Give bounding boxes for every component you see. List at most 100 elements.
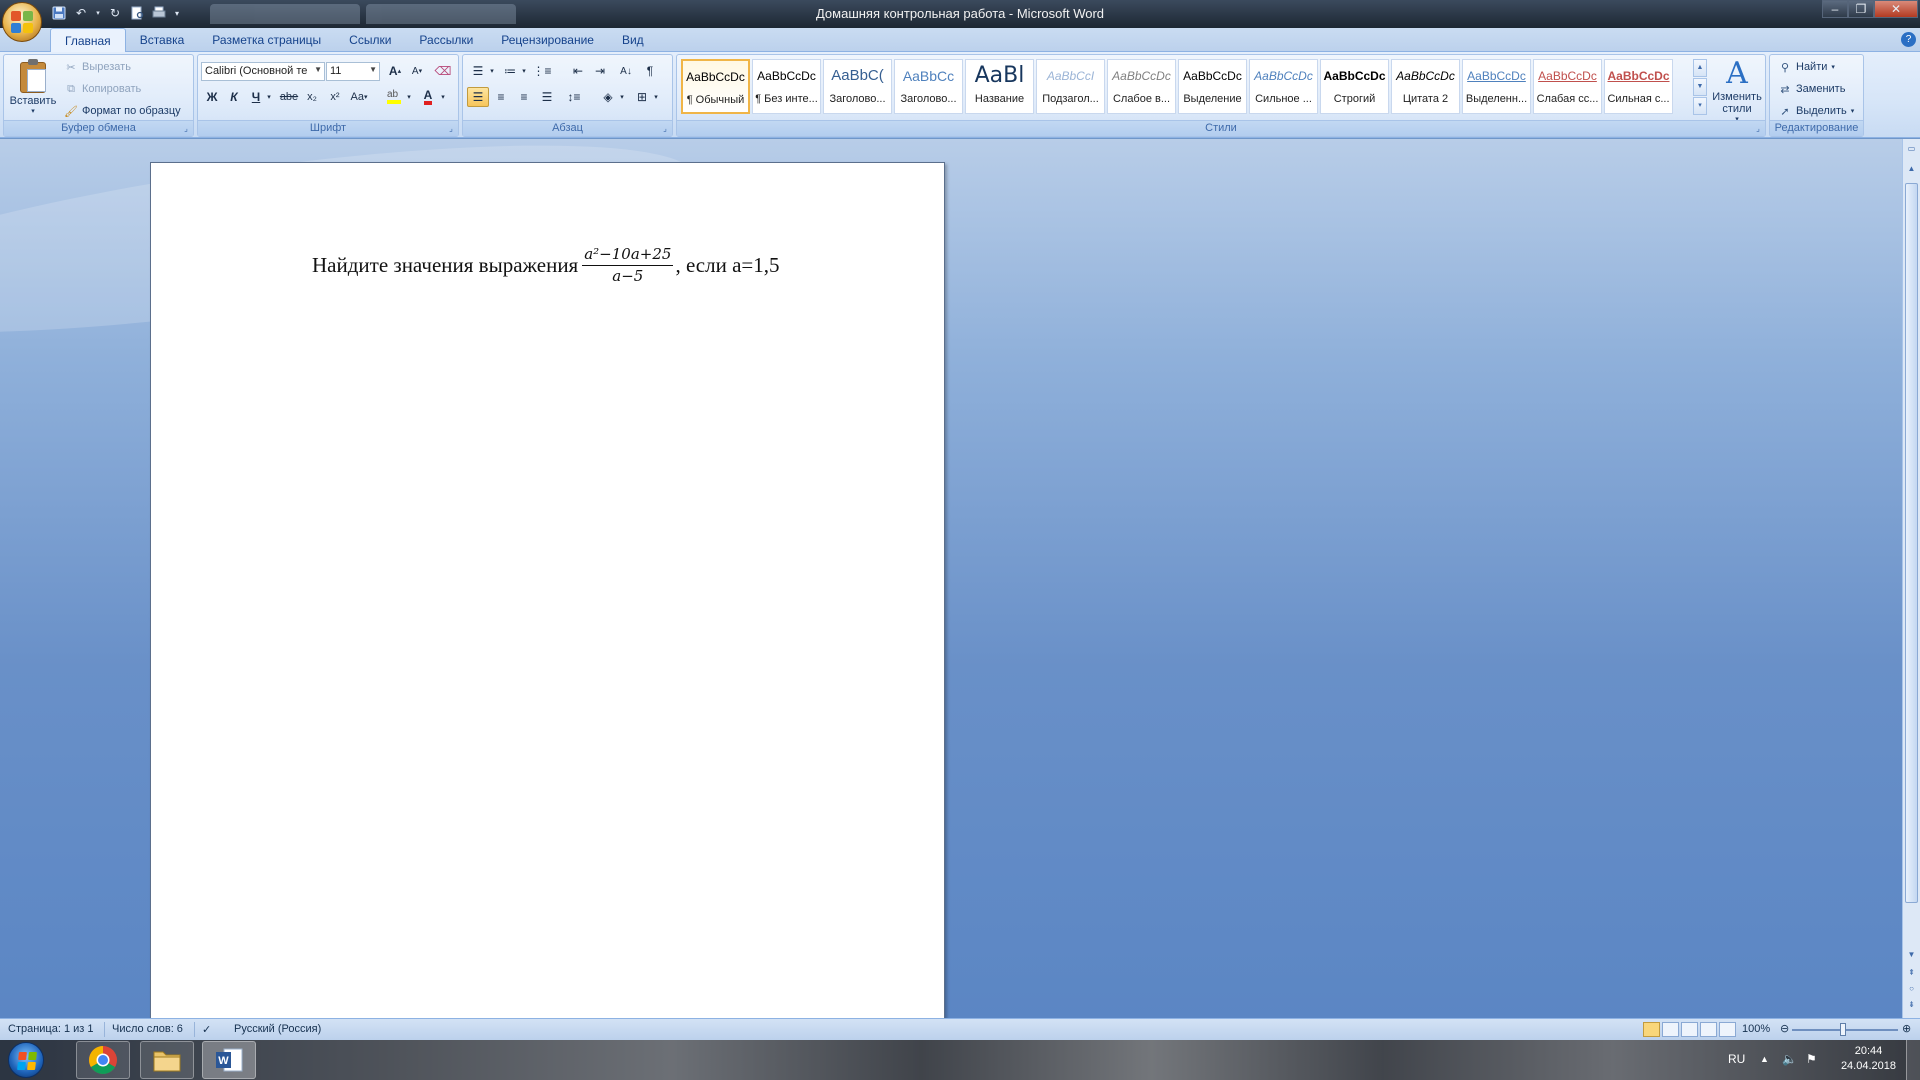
clear-formatting-button[interactable]: ⌫ bbox=[432, 61, 454, 81]
zoom-level[interactable]: 100% bbox=[1742, 1023, 1770, 1035]
style-tile[interactable]: AaBbCcDc Слабое в... bbox=[1107, 59, 1176, 114]
highlight-button[interactable]: ab bbox=[383, 87, 405, 107]
start-button[interactable] bbox=[8, 1042, 44, 1078]
office-button[interactable] bbox=[2, 2, 42, 42]
superscript-button[interactable]: x² bbox=[324, 87, 346, 107]
dialog-launcher-icon[interactable]: ⌟ bbox=[181, 124, 191, 134]
tab-insert[interactable]: Вставка bbox=[126, 28, 199, 52]
language-indicator[interactable]: Русский (Россия) bbox=[234, 1023, 321, 1035]
font-color-button[interactable]: A bbox=[417, 87, 439, 107]
spelling-check-icon[interactable]: ✓ bbox=[202, 1023, 211, 1036]
document-paragraph[interactable]: Найдите значения выражения a²−10a+25 a−5… bbox=[312, 245, 779, 285]
ruler-toggle-icon[interactable]: ▭ bbox=[1904, 141, 1919, 157]
outline-view-icon[interactable] bbox=[1700, 1022, 1717, 1037]
math-fraction[interactable]: a²−10a+25 a−5 bbox=[582, 245, 674, 285]
zoom-in-icon[interactable]: ⊕ bbox=[1902, 1022, 1911, 1035]
bold-button[interactable]: Ж bbox=[201, 87, 223, 107]
line-spacing-button[interactable]: ↕≡ bbox=[563, 87, 585, 107]
underline-dropdown-icon[interactable]: ▾ bbox=[264, 87, 274, 107]
borders-dropdown-icon[interactable]: ▾ bbox=[651, 87, 661, 107]
help-icon[interactable]: ? bbox=[1901, 32, 1916, 47]
font-size-combo[interactable]: 11 ▼ bbox=[326, 62, 380, 81]
show-hidden-icons-icon[interactable]: ▲ bbox=[1760, 1054, 1769, 1064]
style-tile[interactable]: AaBbCcDc Сильная с... bbox=[1604, 59, 1673, 114]
input-language[interactable]: RU bbox=[1728, 1052, 1745, 1066]
page-count[interactable]: Страница: 1 из 1 bbox=[8, 1023, 94, 1035]
scroll-thumb[interactable] bbox=[1905, 183, 1918, 903]
select-button[interactable]: ➚ Выделить ▾ bbox=[1778, 102, 1854, 120]
gallery-down-icon[interactable]: ▼ bbox=[1693, 78, 1707, 96]
format-painter-button[interactable]: 🖌 Формат по образцу bbox=[64, 102, 181, 120]
increase-indent-button[interactable]: ⇥ bbox=[589, 61, 611, 81]
bullets-button[interactable]: ☰ bbox=[467, 61, 489, 81]
tab-page-layout[interactable]: Разметка страницы bbox=[198, 28, 335, 52]
italic-button[interactable]: К bbox=[223, 87, 245, 107]
dialog-launcher-icon[interactable]: ⌟ bbox=[446, 124, 456, 134]
borders-button[interactable]: ⊞ bbox=[631, 87, 653, 107]
style-tile[interactable]: AaBbCcDc Выделение bbox=[1178, 59, 1247, 114]
full-screen-reading-icon[interactable] bbox=[1662, 1022, 1679, 1037]
tab-home[interactable]: Главная bbox=[50, 28, 126, 53]
zoom-slider-thumb[interactable] bbox=[1840, 1023, 1846, 1036]
numbering-dropdown-icon[interactable]: ▾ bbox=[519, 61, 529, 81]
web-layout-icon[interactable] bbox=[1681, 1022, 1698, 1037]
word-count[interactable]: Число слов: 6 bbox=[112, 1023, 183, 1035]
cut-button[interactable]: ✂ Вырезать bbox=[64, 58, 131, 76]
bullets-dropdown-icon[interactable]: ▾ bbox=[487, 61, 497, 81]
style-tile[interactable]: AaBbCcDc Выделенн... bbox=[1462, 59, 1531, 114]
style-tile[interactable]: AaBbCcI Подзагол... bbox=[1036, 59, 1105, 114]
find-button[interactable]: ⚲ Найти ▾ bbox=[1778, 58, 1835, 76]
print-layout-view-icon[interactable] bbox=[1643, 1022, 1660, 1037]
numbering-button[interactable]: ≔ bbox=[499, 61, 521, 81]
select-browse-object-icon[interactable]: ○ bbox=[1904, 981, 1919, 997]
taskbar-chrome[interactable] bbox=[76, 1041, 130, 1079]
paste-button[interactable]: Вставить ▾ bbox=[8, 57, 58, 117]
shrink-font-button[interactable]: A ▾ bbox=[406, 61, 428, 81]
decrease-indent-button[interactable]: ⇤ bbox=[567, 61, 589, 81]
show-desktop-button[interactable] bbox=[1906, 1040, 1920, 1080]
align-right-button[interactable]: ≡ bbox=[513, 87, 535, 107]
document-page[interactable]: Найдите значения выражения a²−10a+25 a−5… bbox=[150, 162, 945, 1018]
shading-button[interactable]: ◈ bbox=[597, 87, 619, 107]
tab-mailings[interactable]: Рассылки bbox=[405, 28, 487, 52]
highlight-dropdown-icon[interactable]: ▾ bbox=[404, 87, 414, 107]
style-tile[interactable]: AaBl Название bbox=[965, 59, 1034, 114]
tab-references[interactable]: Ссылки bbox=[335, 28, 405, 52]
scroll-up-icon[interactable]: ▲ bbox=[1904, 161, 1919, 177]
previous-page-icon[interactable]: ⇞ bbox=[1904, 965, 1919, 981]
minimize-icon[interactable]: – bbox=[1822, 0, 1848, 18]
style-tile[interactable]: AaBbCcDc Цитата 2 bbox=[1391, 59, 1460, 114]
gallery-up-icon[interactable]: ▲ bbox=[1693, 59, 1707, 77]
replace-button[interactable]: ⇄ Заменить bbox=[1778, 80, 1845, 98]
sort-button[interactable]: A↓ bbox=[615, 61, 637, 81]
align-center-button[interactable]: ≡ bbox=[490, 87, 512, 107]
multilevel-list-button[interactable]: ⋮≡ bbox=[531, 61, 553, 81]
draft-view-icon[interactable] bbox=[1719, 1022, 1736, 1037]
font-name-combo[interactable]: Calibri (Основной те ▼ bbox=[201, 62, 325, 81]
style-tile[interactable]: AaBbCcDc Слабая сс... bbox=[1533, 59, 1602, 114]
show-formatting-button[interactable]: ¶ bbox=[639, 61, 661, 81]
subscript-button[interactable]: x₂ bbox=[301, 87, 323, 107]
vertical-scrollbar[interactable]: ▭ ▲ ▼ ⇞ ○ ⇟ bbox=[1902, 139, 1920, 1018]
style-tile[interactable]: AaBbCc Заголово... bbox=[894, 59, 963, 114]
shading-dropdown-icon[interactable]: ▾ bbox=[617, 87, 627, 107]
justify-button[interactable]: ☰ bbox=[536, 87, 558, 107]
maximize-icon[interactable]: ❐ bbox=[1848, 0, 1874, 18]
copy-button[interactable]: ⧉ Копировать bbox=[64, 80, 141, 98]
scroll-down-icon[interactable]: ▼ bbox=[1904, 947, 1919, 963]
strikethrough-button[interactable]: abe bbox=[278, 87, 300, 107]
tab-view[interactable]: Вид bbox=[608, 28, 658, 52]
style-tile[interactable]: AaBbCcDc ¶ Без инте... bbox=[752, 59, 821, 114]
style-tile[interactable]: AaBbCcDc ¶ Обычный bbox=[681, 59, 750, 114]
taskbar-explorer[interactable] bbox=[140, 1041, 194, 1079]
tab-review[interactable]: Рецензирование bbox=[487, 28, 608, 52]
zoom-slider[interactable] bbox=[1792, 1023, 1898, 1036]
style-tile[interactable]: AaBbCcDc Сильное ... bbox=[1249, 59, 1318, 114]
grow-font-button[interactable]: A ▴ bbox=[384, 61, 406, 81]
taskbar-word[interactable]: W bbox=[202, 1041, 256, 1079]
dialog-launcher-icon[interactable]: ⌟ bbox=[660, 124, 670, 134]
action-center-icon[interactable]: ⚑ bbox=[1806, 1052, 1817, 1066]
gallery-more-icon[interactable]: ▾ bbox=[1693, 97, 1707, 115]
change-case-button[interactable]: Aa ▾ bbox=[348, 87, 370, 107]
change-styles-button[interactable]: A Изменить стили ▾ bbox=[1709, 57, 1765, 124]
